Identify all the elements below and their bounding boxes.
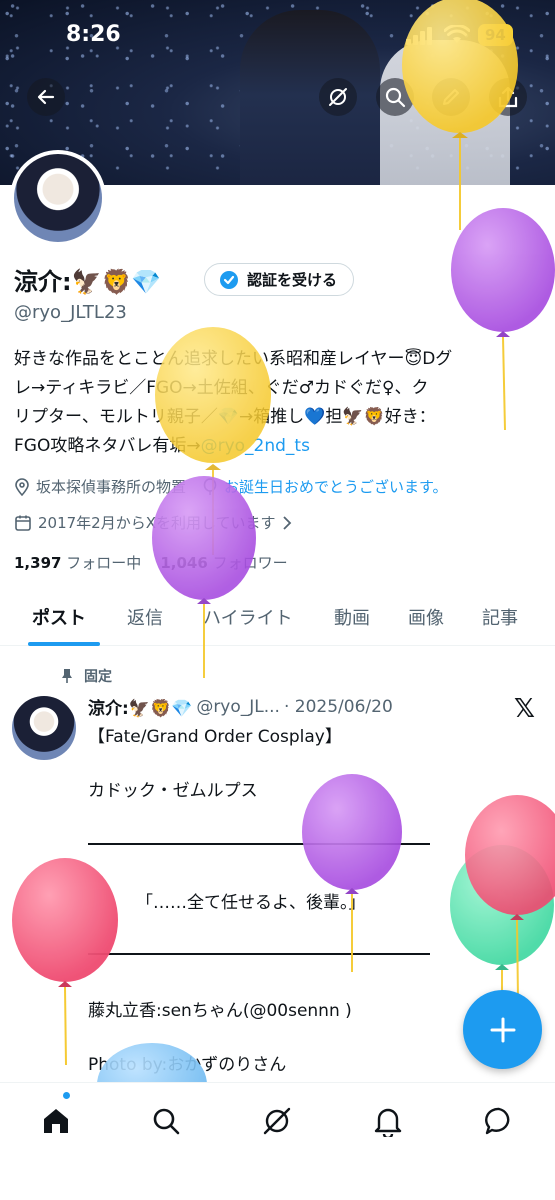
back-arrow-icon	[37, 89, 55, 105]
status-bar: 8:26 94	[0, 0, 555, 70]
grok-icon	[329, 88, 347, 106]
bottom-nav	[0, 1082, 555, 1200]
following-link[interactable]: 1,397 フォロー中	[14, 554, 141, 572]
profile-meta: 坂本探偵事務所の物置 お誕生日おめでとうございます。	[14, 476, 448, 497]
balloon-purple	[152, 476, 256, 678]
back-button[interactable]	[27, 78, 65, 116]
profile-bio: 好きな作品をとことん追求したい系昭和産レイヤー😇Dグ レ→ティキラビ／FGO→土…	[14, 345, 544, 461]
balloon-icon	[203, 477, 217, 495]
profile-tabs: ポスト 返信 ハイライト 動画 画像 記事	[0, 594, 555, 646]
status-time: 8:26	[66, 22, 121, 47]
messages-icon	[485, 1107, 510, 1135]
tab-articles[interactable]: 記事	[482, 604, 518, 630]
bell-icon	[374, 1108, 402, 1137]
share-icon	[498, 86, 518, 108]
nav-grok[interactable]	[257, 1101, 297, 1141]
following-label: フォロー中	[66, 554, 142, 572]
post-divider-line	[88, 953, 430, 955]
bio-mention-link[interactable]: @ryo_2nd_ts	[201, 436, 310, 456]
bio-line: FGO攻略ネタバレ有垢→	[14, 436, 201, 456]
wifi-icon	[443, 24, 471, 49]
post-text-line: 藤丸立香:senちゃん(@00sennn )	[88, 1001, 352, 1021]
birthday-link[interactable]: お誕生日おめでとうございます。	[224, 476, 448, 497]
following-count: 1,397	[14, 554, 62, 572]
pinned-label: 固定	[84, 669, 112, 685]
share-button[interactable]	[489, 78, 527, 116]
battery-indicator: 94	[478, 24, 513, 46]
profile-handle: @ryo_JLTL23	[14, 302, 127, 323]
verified-badge-icon	[220, 270, 238, 289]
nav-search[interactable]	[146, 1101, 186, 1141]
profile-avatar[interactable]	[10, 150, 106, 246]
grok-icon	[263, 1107, 291, 1135]
tab-replies[interactable]: 返信	[127, 604, 163, 630]
post-text-line: カドック・ゼムルプス	[88, 781, 258, 801]
bio-line: リプター、モルトリ親子／💎→箱推し💙担🦅🦁好き：	[14, 407, 436, 427]
post-date: · 2025/06/20	[283, 696, 393, 717]
tab-posts[interactable]: ポスト	[32, 604, 86, 630]
post-text-line: 【Fate/Grand Order Cosplay】	[88, 727, 342, 747]
post-header: 涼介:🦅🦁💎 @ryo_JL... · 2025/06/20	[88, 694, 393, 720]
tab-highlights[interactable]: ハイライト	[203, 604, 293, 630]
post-avatar[interactable]	[12, 696, 76, 760]
profile-name: 涼介:🦅🦁💎	[14, 268, 162, 296]
edit-button[interactable]	[432, 78, 470, 116]
post-author-handle[interactable]: @ryo_JL...	[196, 697, 280, 717]
chevron-right-icon	[282, 515, 291, 530]
balloon-pink	[465, 795, 555, 1001]
compose-button[interactable]	[463, 990, 542, 1069]
balloon-green	[450, 845, 554, 1000]
nav-notifications[interactable]	[368, 1101, 408, 1141]
search-icon	[153, 1108, 180, 1135]
joined-row[interactable]: 2017年2月からXを利用しています	[14, 512, 292, 533]
post-text-line: Photo by:おかずのりさん	[88, 1055, 287, 1075]
bio-line: 好きな作品をとことん追求したい系昭和産レイヤー😇Dグ	[14, 349, 453, 369]
calendar-icon	[15, 515, 31, 531]
post-author-name[interactable]: 涼介:🦅🦁💎	[88, 694, 192, 719]
location-text: 坂本探偵事務所の物置	[36, 478, 187, 496]
x-logo-icon: 𝕏	[514, 694, 535, 724]
bio-line: レ→ティキラビ／FGO→土佐組、ぐだ♂カドぐだ♀、ク	[14, 378, 429, 398]
search-icon	[385, 87, 406, 108]
grok-button[interactable]	[319, 78, 357, 116]
nav-home[interactable]	[36, 1101, 76, 1141]
follow-stats: 1,397 フォロー中 1,046 フォロワー	[14, 552, 288, 573]
balloon-purple	[302, 774, 402, 972]
get-verified-button[interactable]: 認証を受ける	[204, 263, 355, 296]
home-icon	[44, 1109, 68, 1133]
followers-count: 1,046	[160, 554, 208, 572]
edit-icon	[443, 89, 459, 105]
post-text-line: 「……全て任せるよ、後輩。」	[136, 893, 366, 913]
active-tab-indicator	[28, 642, 100, 646]
pinned-indicator: 固定	[60, 666, 112, 686]
followers-label: フォロワー	[212, 554, 288, 572]
location-icon	[15, 477, 29, 496]
tab-videos[interactable]: 動画	[334, 604, 370, 630]
pin-icon	[62, 669, 72, 683]
joined-text: 2017年2月からXを利用しています	[38, 514, 276, 532]
home-notification-dot	[63, 1092, 70, 1099]
plus-icon	[490, 1017, 515, 1042]
search-button[interactable]	[376, 78, 414, 116]
followers-link[interactable]: 1,046 フォロワー	[160, 554, 287, 572]
balloon-pink	[12, 858, 118, 1066]
post-divider-line	[88, 843, 430, 845]
signal-icon	[406, 27, 434, 49]
get-verified-label: 認証を受ける	[247, 271, 338, 289]
nav-messages[interactable]	[479, 1101, 519, 1141]
tab-images[interactable]: 画像	[408, 604, 444, 630]
